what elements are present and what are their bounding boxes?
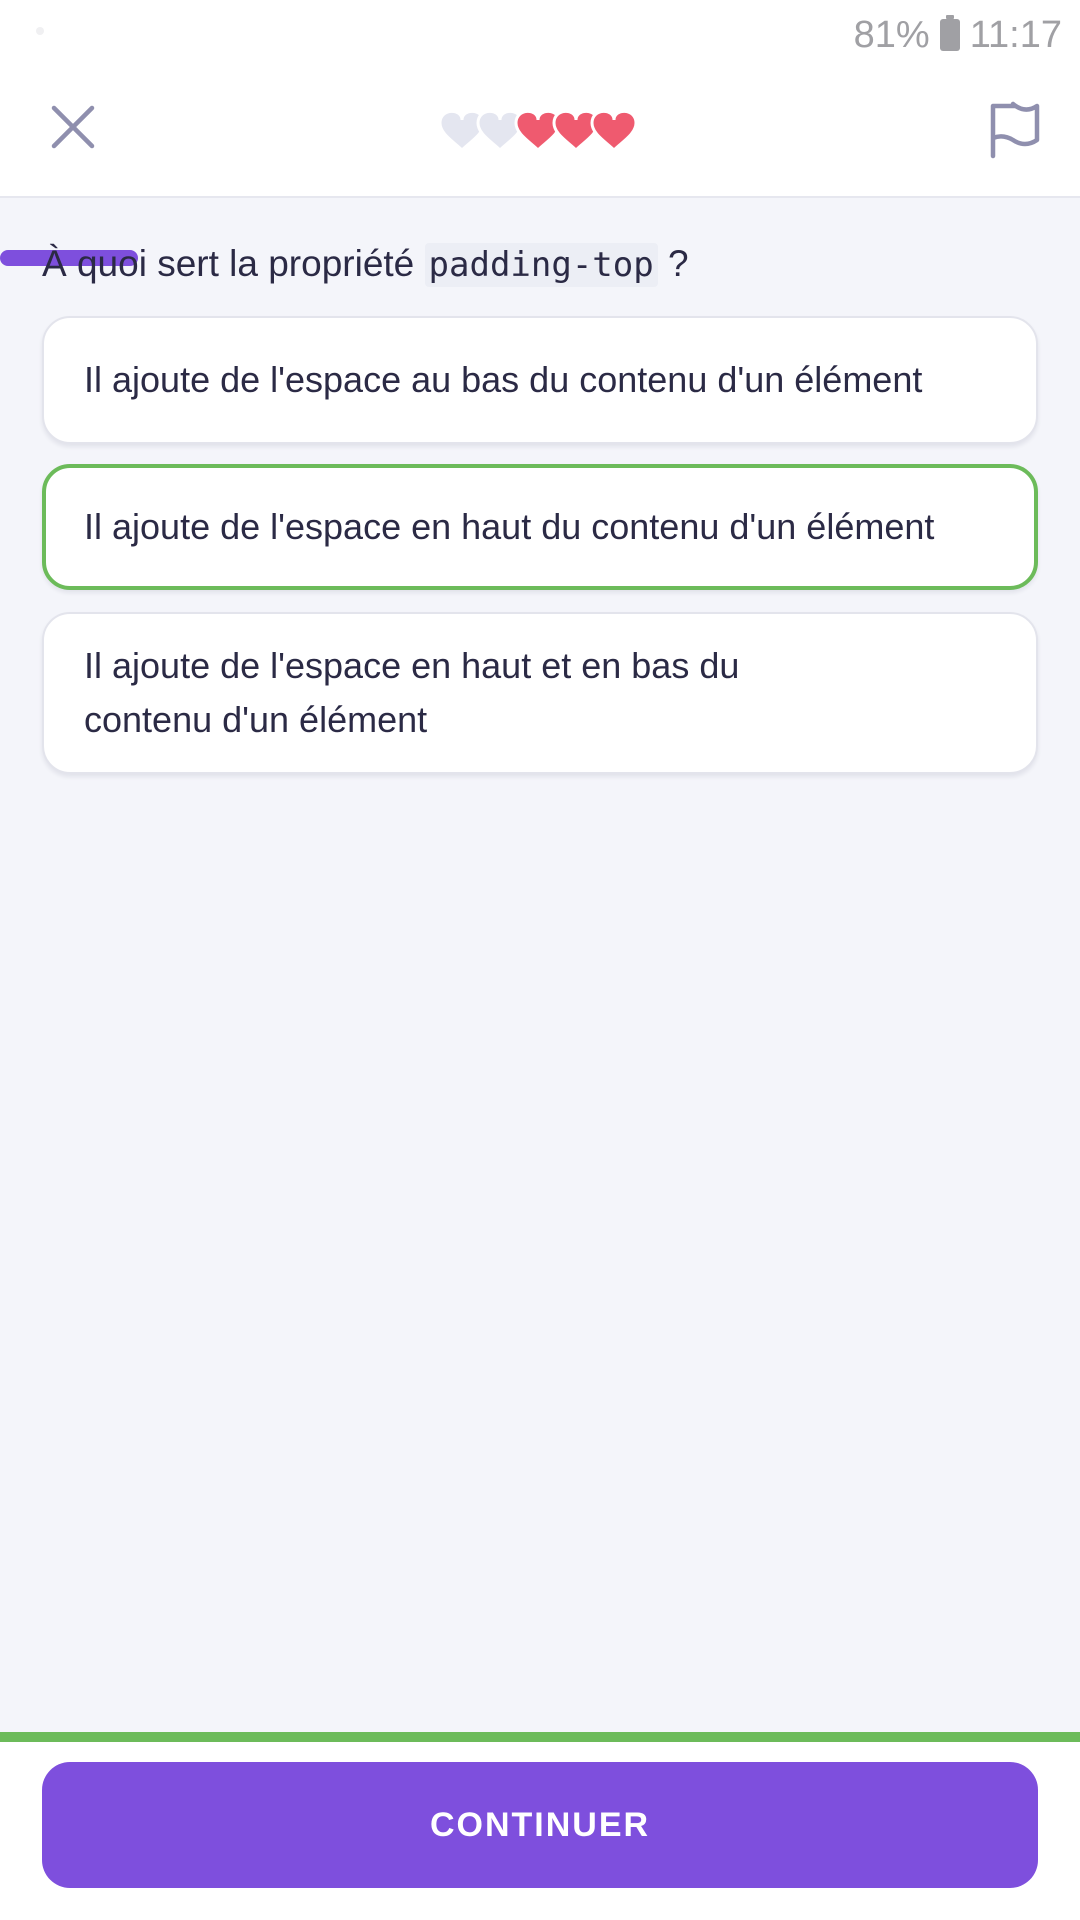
footer: CONTINUER (0, 1732, 1080, 1920)
continue-button-label: CONTINUER (429, 1805, 651, 1844)
answer-option-2[interactable]: Il ajoute de l'espace en haut du contenu… (42, 464, 1038, 590)
flag-icon (990, 101, 1040, 159)
close-icon (51, 105, 95, 149)
close-button[interactable] (42, 96, 104, 158)
report-button[interactable] (985, 100, 1043, 160)
battery-icon (939, 15, 960, 51)
status-bar: 81% 11:17 (0, 0, 1080, 70)
heart-empty-icon (476, 109, 524, 153)
question-code: padding-top (424, 243, 658, 287)
heart-full-icon (552, 109, 600, 153)
battery-percentage: 81% (853, 13, 930, 56)
notification-dot-icon (36, 27, 44, 35)
heart-full-icon (590, 109, 638, 153)
answer-option-label: Il ajoute de l'espace en haut du contenu… (84, 506, 935, 547)
heart-empty-icon (438, 109, 486, 153)
continue-button[interactable]: CONTINUER (42, 1762, 1038, 1888)
question-prefix: À quoi sert la propriété (42, 243, 415, 284)
answer-option-1[interactable]: Il ajoute de l'espace au bas du contenu … (42, 316, 1038, 444)
answer-option-label: Il ajoute de l'espace en haut et en bas … (84, 645, 740, 740)
answer-option-label: Il ajoute de l'espace au bas du contenu … (84, 359, 923, 400)
correct-indicator-line (0, 1732, 1080, 1742)
answer-option-3[interactable]: Il ajoute de l'espace en haut et en bas … (42, 612, 1038, 774)
lesson-header (0, 70, 1080, 266)
lives-hearts (438, 109, 638, 153)
question-text: À quoi sert la propriété padding-top ? (42, 238, 1042, 291)
question-suffix: ? (668, 243, 689, 284)
heart-full-icon (514, 109, 562, 153)
clock-time: 11:17 (969, 13, 1062, 56)
